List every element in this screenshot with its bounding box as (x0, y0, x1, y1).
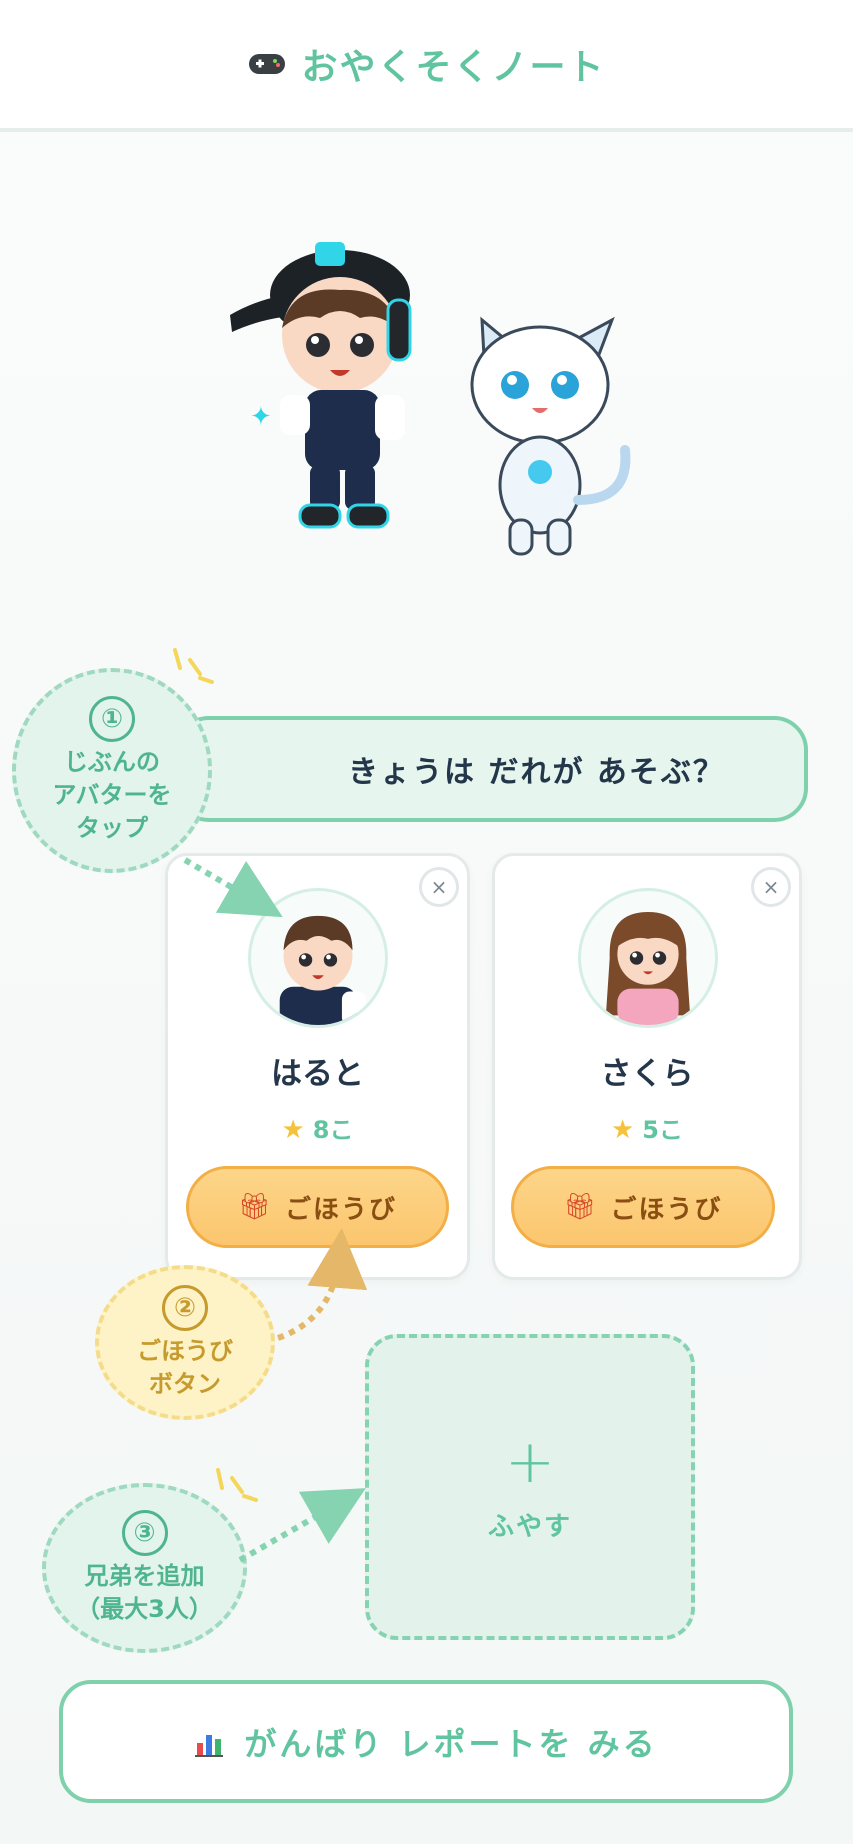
profile-name: はると (271, 1056, 364, 1092)
callout-line: 兄弟を追加 (84, 1562, 205, 1590)
arrow-to-add (238, 1488, 366, 1563)
avatar[interactable] (248, 888, 388, 1028)
callout-line: タップ (76, 814, 148, 842)
report-button-label: がんばり レポートを みる (244, 1724, 658, 1763)
callout-number: ① (89, 696, 135, 742)
callout-number: ③ (121, 1510, 168, 1556)
boy-avatar-icon (279, 915, 366, 1025)
bar-chart-icon (195, 1734, 224, 1757)
callout-line: じぶんの (64, 748, 160, 776)
hero-illustration: ✦ (230, 242, 631, 556)
callout-tap-avatar: ① じぶんの アバターを タップ (12, 668, 212, 873)
star-count: ★ 8こ (168, 1110, 467, 1145)
add-sibling-label: ふやす (487, 1511, 572, 1542)
star-count: ★ 5こ (495, 1110, 799, 1145)
callout-line: ボタン (149, 1369, 221, 1398)
gift-icon: 🎁︎ (237, 1192, 271, 1222)
app-title: おやくそくノート (301, 47, 606, 88)
banner-text: きょうは だれが あそぶ？ (348, 755, 725, 790)
gamepad-icon (249, 54, 286, 74)
app-header: おやくそくノート (0, 0, 853, 132)
remove-profile-button[interactable]: × (751, 867, 791, 907)
reward-button[interactable]: 🎁︎ ごほうび (511, 1166, 775, 1248)
callout-add-sibling: ③ 兄弟を追加 （最大3人） (42, 1483, 247, 1653)
plus-icon: + (504, 1426, 556, 1497)
reward-button[interactable]: 🎁︎ ごほうび (186, 1166, 449, 1248)
add-sibling-button[interactable]: + ふやす (365, 1334, 695, 1640)
callout-line: ごほうび (137, 1336, 233, 1365)
svg-text:✦: ✦ (250, 402, 272, 432)
star-icon: ★ (281, 1115, 305, 1145)
profile-name: さくら (600, 1056, 694, 1092)
callout-line: （最大3人） (76, 1595, 213, 1623)
star-count-value: 8こ (312, 1116, 354, 1144)
callout-reward-button: ② ごほうび ボタン (95, 1265, 275, 1420)
boy-character (230, 242, 412, 529)
star-icon: ★ (610, 1115, 635, 1145)
star-count-value: 5こ (642, 1116, 683, 1144)
profile-card[interactable]: × はると ★ 8こ 🎁︎ ごほうび (165, 853, 470, 1280)
robot-cat-character (470, 316, 631, 556)
report-button[interactable]: がんばり レポートを みる (59, 1680, 793, 1803)
callout-line: アバターを (52, 781, 172, 809)
reward-button-label: ごほうび (610, 1194, 723, 1225)
gift-icon: 🎁︎ (563, 1192, 597, 1222)
reward-button-label: ごほうび (285, 1194, 398, 1225)
remove-profile-button[interactable]: × (419, 867, 459, 907)
avatar[interactable] (578, 888, 718, 1028)
profile-card[interactable]: × さくら ★ 5こ 🎁︎ ごほうび (492, 853, 802, 1280)
who-plays-banner: きょうは だれが あそぶ？ (175, 716, 808, 822)
girl-avatar-icon (605, 912, 691, 1025)
callout-number: ② (162, 1284, 208, 1331)
